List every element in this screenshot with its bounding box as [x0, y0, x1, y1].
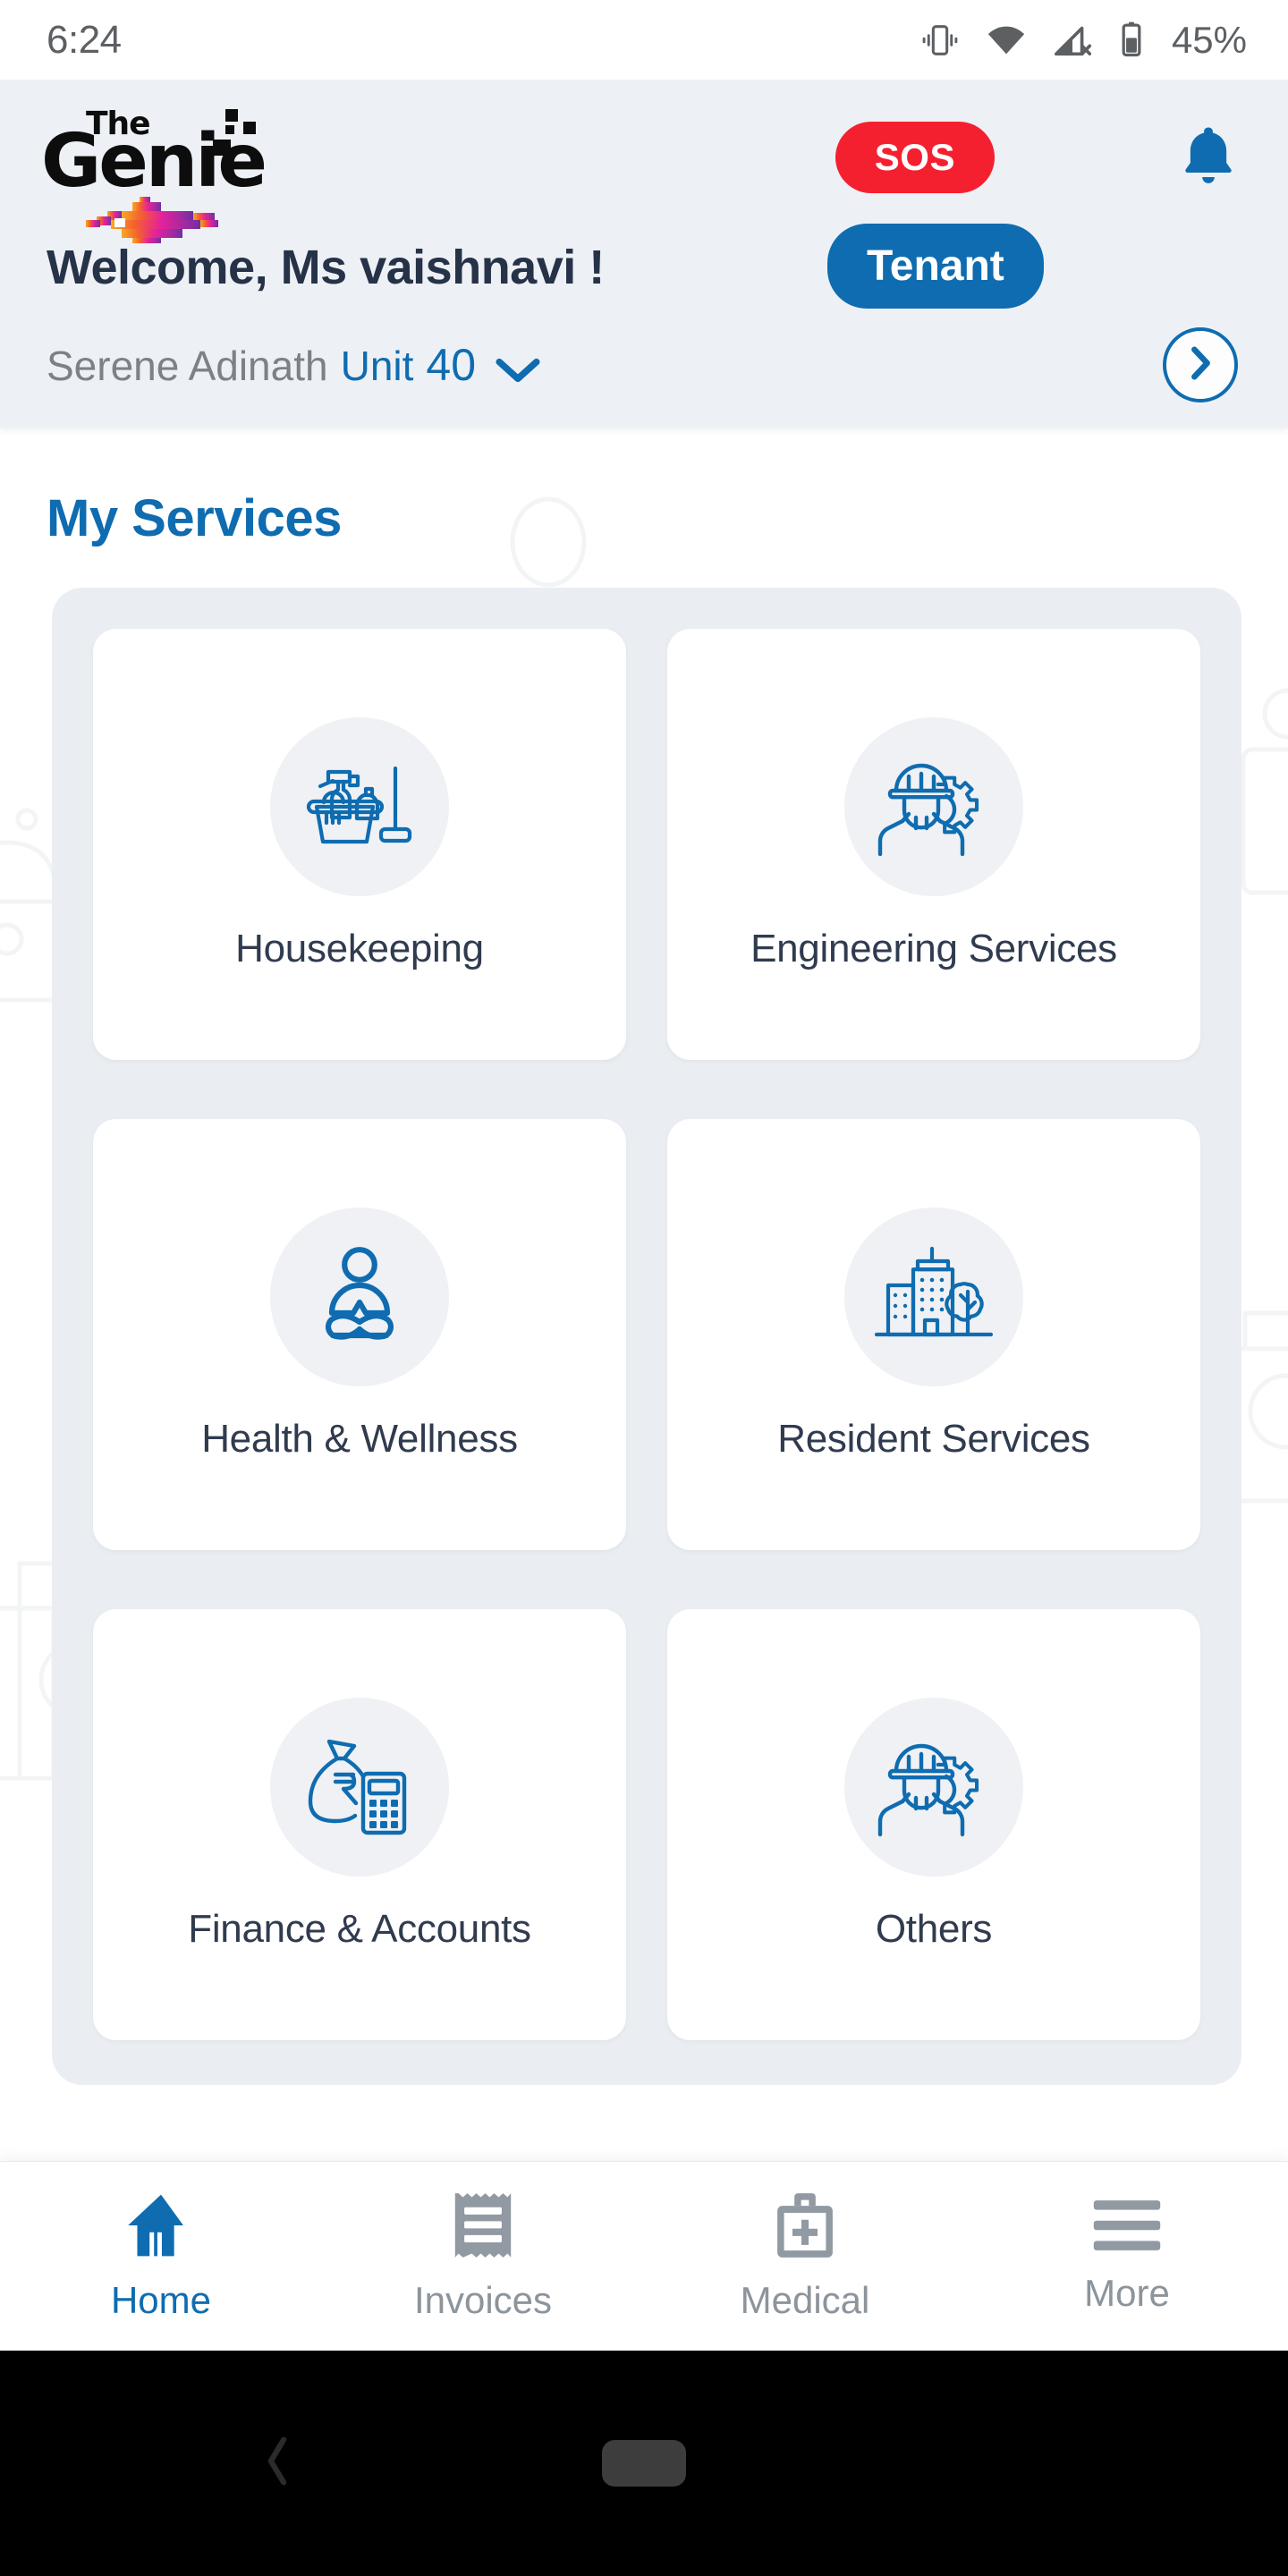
money-bag-calculator-icon — [270, 1698, 449, 1877]
back-chevron-icon[interactable] — [259, 2434, 295, 2494]
service-card-engineering-services[interactable]: Engineering Services — [667, 629, 1200, 1060]
yoga-lotus-icon — [270, 1208, 449, 1386]
service-label: Health & Wellness — [201, 1417, 518, 1461]
role-badge-tenant[interactable]: Tenant — [827, 224, 1044, 309]
service-label: Housekeeping — [235, 927, 484, 970]
logo-pixel-dots-icon — [200, 109, 263, 171]
engineer-gear-icon — [844, 717, 1023, 896]
nav-label: Invoices — [413, 2279, 553, 2321]
home-icon — [124, 2190, 198, 2265]
property-name: Serene Adinath — [47, 343, 328, 389]
service-card-others[interactable]: Others — [667, 1609, 1200, 2040]
main-content: My Services Housekeeping Engineering Ser… — [0, 428, 1288, 2163]
medical-bag-icon — [772, 2190, 838, 2265]
nav-item-home[interactable]: Home — [0, 2162, 322, 2351]
service-card-finance-accounts[interactable]: Finance & Accounts — [93, 1609, 626, 2040]
bell-icon — [1174, 120, 1243, 194]
battery-percent-label: 45% — [1171, 18, 1247, 61]
android-system-nav — [0, 2351, 1288, 2576]
nav-item-medical[interactable]: Medical — [644, 2162, 966, 2351]
notification-bell-button[interactable] — [1174, 120, 1243, 194]
nav-label: Home — [110, 2279, 212, 2321]
services-grid: Housekeeping Engineering Services Health… — [52, 588, 1241, 2085]
cleaning-supplies-icon — [270, 717, 449, 896]
app-logo: The Genie — [39, 100, 267, 243]
header-forward-button[interactable] — [1163, 327, 1238, 402]
status-bar-time: 6:24 — [47, 17, 122, 62]
app-header: The Genie SOS Welcome, Ms vaishnavi ! Te… — [0, 80, 1288, 428]
sos-button[interactable]: SOS — [835, 121, 995, 193]
header-top-row: The Genie SOS — [0, 100, 1288, 243]
wifi-icon — [984, 20, 1029, 61]
engineer-gear-icon — [844, 1698, 1023, 1877]
service-label: Engineering Services — [750, 927, 1117, 970]
header-actions: SOS — [835, 100, 1243, 194]
nav-label: More — [1084, 2272, 1170, 2314]
status-bar-icons: 45% — [919, 19, 1247, 62]
welcome-row: Welcome, Ms vaishnavi ! Tenant — [0, 224, 1288, 309]
status-bar: 6:24 45% — [0, 0, 1288, 80]
unit-label: Unit — [340, 343, 414, 389]
welcome-message: Welcome, Ms vaishnavi ! — [47, 241, 605, 294]
buildings-tree-icon — [844, 1208, 1023, 1386]
service-label: Finance & Accounts — [188, 1907, 531, 1951]
cellular-off-icon — [1052, 20, 1095, 61]
home-pill-handle[interactable] — [602, 2440, 686, 2487]
hamburger-menu-icon — [1090, 2198, 1164, 2258]
nav-item-more[interactable]: More — [966, 2162, 1288, 2351]
nav-item-invoices[interactable]: Invoices — [322, 2162, 644, 2351]
tools-watermark-icon — [1241, 688, 1288, 895]
vibrate-icon — [919, 20, 961, 61]
unit-selector-row: Serene Adinath Unit 40 — [0, 295, 1288, 402]
chevron-down-icon[interactable] — [494, 355, 542, 390]
bottom-navigation-bar: Home Invoices Medical More — [0, 2161, 1288, 2351]
chevron-right-icon — [1184, 344, 1216, 386]
nav-label: Medical — [740, 2279, 870, 2321]
page-title: My Services — [47, 489, 342, 547]
receipt-icon — [452, 2190, 514, 2265]
service-card-resident-services[interactable]: Resident Services — [667, 1119, 1200, 1550]
unit-number: 40 — [426, 340, 477, 390]
service-label: Others — [875, 1907, 993, 1951]
battery-icon — [1118, 20, 1145, 61]
service-card-housekeeping[interactable]: Housekeeping — [93, 629, 626, 1060]
unit-selector[interactable]: Serene Adinath Unit 40 — [47, 339, 542, 391]
service-card-health-wellness[interactable]: Health & Wellness — [93, 1119, 626, 1550]
service-label: Resident Services — [777, 1417, 1090, 1461]
